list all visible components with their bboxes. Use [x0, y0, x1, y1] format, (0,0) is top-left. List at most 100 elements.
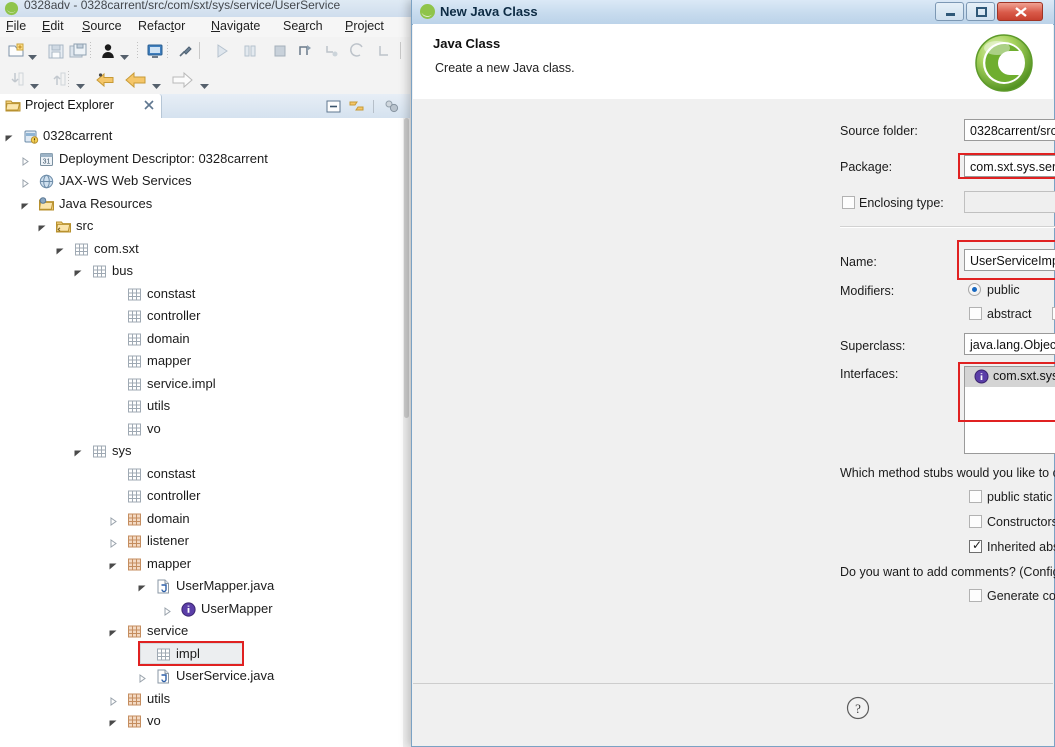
tree-item-domain[interactable]: domain: [0, 508, 403, 531]
interfaces-list[interactable]: com.sxt.sys.service.UserService: [964, 366, 1055, 454]
tab-project-explorer[interactable]: Project Explorer: [0, 94, 162, 118]
generate-comments-checkbox[interactable]: [969, 589, 982, 602]
chevron-down-icon[interactable]: [138, 582, 147, 592]
tree-item-utils[interactable]: utils: [0, 688, 403, 711]
pin-icon[interactable]: [175, 41, 195, 61]
collapse-all-icon[interactable]: [325, 98, 342, 115]
close-icon[interactable]: [143, 99, 155, 111]
previous-annotation-icon[interactable]: [48, 70, 68, 90]
tree-item-sys[interactable]: sys: [0, 440, 403, 463]
tree-item-jax-ws-web-services[interactable]: JAX-WS Web Services: [0, 170, 403, 193]
tree-item-utils[interactable]: utils: [0, 395, 403, 418]
back-icon[interactable]: [124, 70, 146, 90]
tree-item-listener[interactable]: listener: [0, 530, 403, 553]
chevron-right-icon[interactable]: [138, 672, 147, 683]
previous-annotation-dropdown-icon[interactable]: [76, 78, 85, 89]
next-annotation-dropdown-icon[interactable]: [30, 78, 39, 89]
tree-item-userservice-java[interactable]: UserService.java: [0, 665, 403, 688]
chevron-down-icon[interactable]: [109, 717, 118, 727]
minimize-button[interactable]: [935, 2, 964, 21]
tree-item-controller[interactable]: controller: [0, 305, 403, 328]
tree-scrollbar-thumb[interactable]: [404, 118, 409, 418]
stub-checkbox-constructors[interactable]: [969, 515, 982, 528]
chevron-down-icon[interactable]: [56, 245, 65, 254]
project-tree[interactable]: 0328carrent 31 Deployment Descriptor: 0328…: [0, 118, 403, 747]
save-icon[interactable]: [46, 41, 66, 61]
view-menu-icon[interactable]: [383, 98, 400, 115]
chevron-down-icon[interactable]: [109, 627, 118, 637]
back-history-icon[interactable]: [95, 70, 115, 90]
new-wizard-dropdown-icon[interactable]: [28, 49, 37, 60]
step-over-icon[interactable]: [296, 41, 316, 61]
tree-item-domain[interactable]: domain: [0, 328, 403, 351]
close-button[interactable]: [997, 2, 1043, 21]
save-all-icon[interactable]: [68, 41, 88, 61]
tree-item-deployment-descriptor-0328carrent[interactable]: 31 Deployment Descriptor: 0328carrent: [0, 148, 403, 171]
tree-item-service-impl[interactable]: service.impl: [0, 373, 403, 396]
chevron-down-icon[interactable]: [74, 447, 83, 457]
help-icon[interactable]: ?: [846, 696, 870, 720]
enclosing-type-input[interactable]: [964, 191, 1055, 213]
step-into-icon[interactable]: [322, 41, 342, 61]
tree-item-bus[interactable]: bus: [0, 260, 403, 283]
menu-search[interactable]: Search: [283, 19, 323, 33]
source-folder-input[interactable]: 0328carrent/src: [964, 119, 1055, 141]
drop-to-frame-icon[interactable]: [374, 41, 394, 61]
menu-navigate[interactable]: Navigate: [211, 19, 260, 33]
chevron-right-icon[interactable]: [109, 695, 118, 706]
maximize-button[interactable]: [966, 2, 995, 21]
tree-item-java-resources[interactable]: Java Resources: [0, 193, 403, 216]
new-wizard-icon[interactable]: [6, 41, 26, 61]
tree-item-constast[interactable]: constast: [0, 463, 403, 486]
tree-item-usermapper-java[interactable]: UserMapper.java: [0, 575, 403, 598]
tree-item-src[interactable]: src: [0, 215, 403, 238]
tree-item-0328carrent[interactable]: 0328carrent: [0, 125, 403, 148]
stub-checkbox-main[interactable]: [969, 490, 982, 503]
run-icon[interactable]: [212, 41, 232, 61]
chevron-right-icon[interactable]: [109, 537, 118, 548]
interfaces-list-item[interactable]: com.sxt.sys.service.UserService: [965, 367, 1055, 387]
link-with-editor-icon[interactable]: [348, 98, 365, 115]
back-dropdown-icon[interactable]: [152, 78, 161, 89]
tree-item-mapper[interactable]: mapper: [0, 553, 403, 576]
forward-dropdown-icon[interactable]: [200, 78, 209, 89]
menu-project[interactable]: Project: [345, 19, 384, 33]
person-icon[interactable]: [98, 41, 118, 61]
tree-scrollbar[interactable]: [403, 118, 410, 747]
chevron-right-icon[interactable]: [109, 515, 118, 526]
tree-item-impl[interactable]: impl: [0, 643, 403, 666]
chevron-down-icon[interactable]: [21, 200, 30, 209]
chevron-right-icon[interactable]: [21, 155, 30, 166]
tree-item-usermapper[interactable]: UserMapper: [0, 598, 403, 621]
chevron-right-icon[interactable]: [163, 605, 172, 616]
pause-icon[interactable]: [240, 41, 260, 61]
next-annotation-icon[interactable]: [6, 70, 26, 90]
console-icon[interactable]: [145, 41, 165, 61]
modifier-checkbox-abstract[interactable]: [969, 307, 982, 320]
tree-item-controller[interactable]: controller: [0, 485, 403, 508]
forward-icon[interactable]: [170, 70, 193, 90]
tree-item-mapper[interactable]: mapper: [0, 350, 403, 373]
chevron-down-icon[interactable]: [109, 560, 118, 569]
stub-checkbox-inherited[interactable]: ✓: [969, 539, 982, 553]
stop-icon[interactable]: [270, 41, 290, 61]
tree-item-service[interactable]: service: [0, 620, 403, 643]
menu-file[interactable]: File: [6, 19, 26, 33]
chevron-right-icon[interactable]: [21, 177, 30, 188]
menu-refactor[interactable]: Refactor: [138, 19, 185, 33]
tree-item-constast[interactable]: constast: [0, 283, 403, 306]
menu-edit[interactable]: Edit: [42, 19, 64, 33]
modifier-radio-public[interactable]: [968, 283, 981, 296]
chevron-down-icon[interactable]: [38, 222, 47, 232]
chevron-down-icon[interactable]: [74, 267, 83, 277]
enclosing-type-checkbox[interactable]: [842, 196, 855, 209]
step-return-icon[interactable]: [348, 41, 368, 61]
tree-item-com-sxt[interactable]: com.sxt: [0, 238, 403, 261]
tree-item-vo[interactable]: vo: [0, 710, 403, 733]
name-input[interactable]: UserServiceImpl: [964, 249, 1055, 271]
superclass-input[interactable]: java.lang.Object: [964, 333, 1055, 355]
package-input[interactable]: com.sxt.sys.service.impl: [964, 155, 1055, 177]
chevron-down-icon[interactable]: [5, 132, 14, 142]
person-dropdown-icon[interactable]: [120, 49, 129, 60]
menu-source[interactable]: Source: [82, 19, 122, 33]
